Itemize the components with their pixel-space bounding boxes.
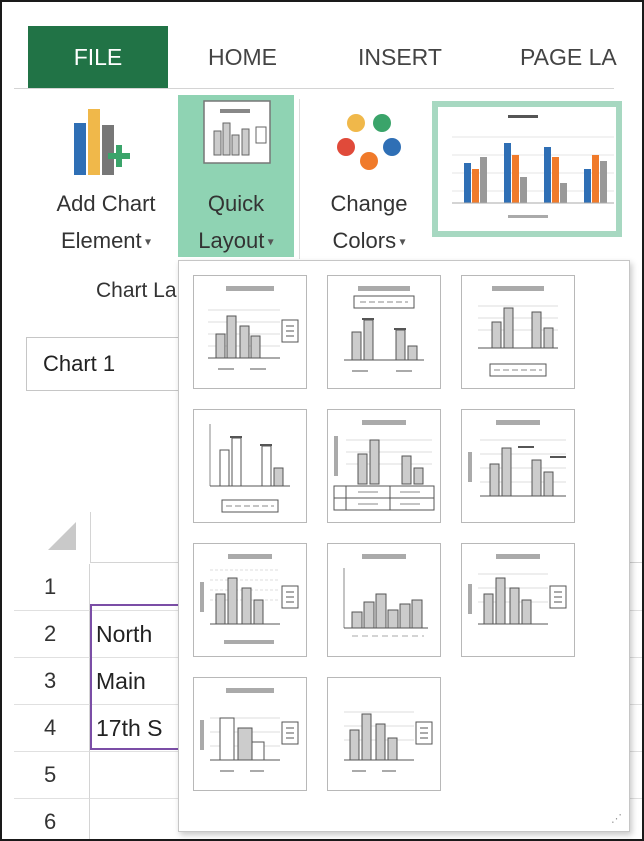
quick-layout-tile-4[interactable] (193, 409, 307, 523)
quick-layout-tile-3[interactable] (461, 275, 575, 389)
ribbon-tabs: FILE HOME INSERT PAGE LA (14, 26, 617, 89)
quick-layout-button[interactable]: Quick Layout ▾ (178, 95, 294, 257)
quick-layout-gallery: ⋰ (178, 260, 630, 832)
add-chart-element-button[interactable]: Add Chart Element ▾ (36, 95, 176, 261)
dropdown-caret-icon: ▾ (396, 234, 406, 249)
quick-layout-tile-1[interactable] (193, 275, 307, 389)
row-header[interactable]: 1 (14, 564, 90, 611)
app-window: FILE HOME INSERT PAGE LA Add Chart Eleme… (0, 0, 644, 841)
dropdown-caret-icon: ▾ (141, 234, 152, 249)
quick-layout-tile-6[interactable] (461, 409, 575, 523)
quick-layout-icon (178, 95, 294, 185)
color-palette-icon (316, 95, 422, 185)
quick-layout-line2: Layout (198, 228, 265, 253)
tab-insert[interactable]: INSERT (358, 26, 442, 88)
row-header[interactable]: 3 (14, 658, 90, 705)
select-all-corner[interactable] (48, 522, 76, 550)
row-header[interactable]: 6 (14, 799, 90, 839)
resize-grip-icon[interactable]: ⋰ (611, 812, 623, 825)
tab-home[interactable]: HOME (208, 26, 277, 88)
quick-layout-tile-7[interactable] (193, 543, 307, 657)
row-header[interactable]: 4 (14, 705, 90, 752)
chart-layouts-group-label: Chart La (96, 279, 177, 302)
quick-layout-tile-10[interactable] (193, 677, 307, 791)
tab-page-layout[interactable]: PAGE LA (520, 26, 617, 88)
quick-layout-line1: Quick (207, 191, 265, 216)
add-chart-element-icon (36, 95, 176, 185)
dropdown-caret-icon: ▾ (264, 234, 274, 249)
change-colors-line1: Change (330, 191, 408, 216)
quick-layout-tile-11[interactable] (327, 677, 441, 791)
add-chart-line2: Element (60, 228, 142, 253)
ribbon-separator (299, 99, 300, 259)
quick-layout-tile-8[interactable] (327, 543, 441, 657)
row-headers: 1 2 3 4 5 6 (14, 564, 90, 839)
chart-style-thumbnail[interactable] (432, 101, 622, 237)
change-colors-line2: Colors (332, 228, 397, 253)
quick-layout-tile-2[interactable] (327, 275, 441, 389)
quick-layout-tile-9[interactable] (461, 543, 575, 657)
change-colors-button[interactable]: Change Colors ▾ (316, 95, 422, 261)
add-chart-line1: Add Chart (56, 191, 156, 216)
row-header[interactable]: 2 (14, 611, 90, 658)
quick-layout-tile-5[interactable] (327, 409, 441, 523)
row-header[interactable]: 5 (14, 752, 90, 799)
tab-file[interactable]: FILE (28, 26, 168, 88)
